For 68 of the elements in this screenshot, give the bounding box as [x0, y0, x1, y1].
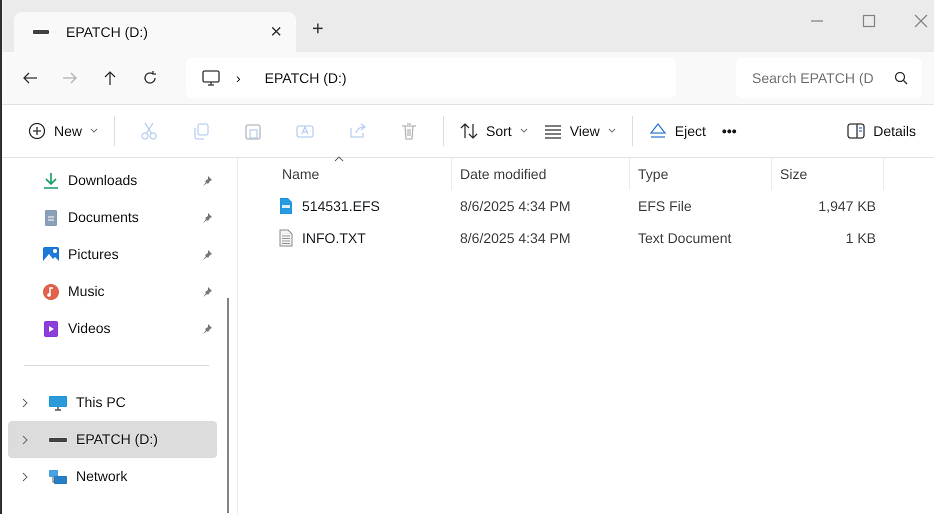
download-icon: [42, 172, 60, 190]
document-icon: [42, 208, 60, 226]
sidebar-item[interactable]: Downloads: [2, 162, 217, 199]
trash-icon: [400, 122, 418, 140]
more-button[interactable]: •••: [714, 116, 745, 146]
maximize-icon[interactable]: [862, 14, 876, 28]
eject-icon: [648, 122, 667, 140]
search-field[interactable]: Search EPATCH (D: [736, 58, 922, 98]
chevron-right-icon: [22, 398, 28, 408]
sidebar-item[interactable]: Documents: [2, 199, 217, 236]
network-icon: [48, 468, 68, 486]
music-icon: [42, 282, 60, 300]
sidebar-item[interactable]: EPATCH (D:): [8, 421, 217, 458]
path-text: EPATCH (D:): [264, 68, 347, 88]
video-icon: [42, 320, 60, 338]
path-separator: ›: [236, 68, 241, 88]
scissors-icon: [140, 122, 158, 140]
copy-icon: [192, 122, 210, 140]
file-size: 1 KB: [844, 228, 877, 248]
sidebar-item[interactable]: Music: [2, 273, 217, 310]
file-name[interactable]: INFO.TXT: [302, 228, 366, 248]
chevron-right-icon: [22, 472, 28, 482]
tab-title: EPATCH (D:): [66, 22, 149, 42]
sidebar-item[interactable]: Network: [8, 458, 217, 495]
tab[interactable]: EPATCH (D:) ×: [14, 12, 296, 52]
monitor-icon: [48, 394, 68, 412]
sidebar-item[interactable]: Pictures: [2, 236, 217, 273]
close-icon[interactable]: [914, 14, 928, 28]
column-header[interactable]: Name: [262, 158, 452, 190]
file-icon: [278, 197, 294, 215]
eject-button[interactable]: Eject: [640, 116, 714, 146]
details-pane-icon: [847, 122, 866, 140]
monitor-icon: [202, 70, 220, 86]
details-button[interactable]: Details: [839, 116, 924, 146]
back-icon: [22, 70, 38, 86]
modified-date: 8/6/2025 4:34 PM: [459, 228, 572, 248]
column-header[interactable]: Type: [630, 158, 772, 190]
search-icon: [894, 71, 908, 85]
back-button[interactable]: [22, 70, 38, 86]
sort-button[interactable]: Sort: [452, 116, 536, 146]
drive-icon: [48, 436, 68, 442]
chevron-right-icon: [22, 434, 28, 444]
up-icon: [102, 70, 118, 86]
scrollbar[interactable]: [227, 298, 229, 513]
file-type: EFS File: [637, 196, 693, 216]
up-button[interactable]: [102, 70, 118, 86]
new-tab-button[interactable]: +: [312, 14, 324, 44]
close-tab-button[interactable]: ×: [270, 17, 282, 47]
clipboard-icon: [244, 122, 262, 140]
sidebar-item[interactable]: Videos: [2, 310, 217, 347]
file-size: 1,947 KB: [817, 196, 877, 216]
address-bar[interactable]: › EPATCH (D:): [186, 58, 676, 98]
column-header[interactable]: Size: [772, 158, 884, 190]
picture-icon: [42, 246, 60, 264]
forward-icon: [62, 70, 78, 86]
text-file-icon: [278, 229, 294, 247]
file-type: Text Document: [637, 228, 732, 248]
refresh-button[interactable]: [142, 70, 158, 86]
modified-date: 8/6/2025 4:34 PM: [459, 196, 572, 216]
add-icon: [28, 122, 46, 140]
refresh-icon: [142, 70, 158, 86]
sort-icon: [460, 122, 478, 140]
share-icon: [348, 122, 366, 140]
sidebar-item[interactable]: This PC: [8, 384, 217, 421]
file-name[interactable]: 514531.EFS: [302, 196, 380, 216]
new-button[interactable]: New: [20, 116, 106, 146]
column-header[interactable]: Date modified: [452, 158, 630, 190]
view-button[interactable]: View: [536, 116, 624, 146]
